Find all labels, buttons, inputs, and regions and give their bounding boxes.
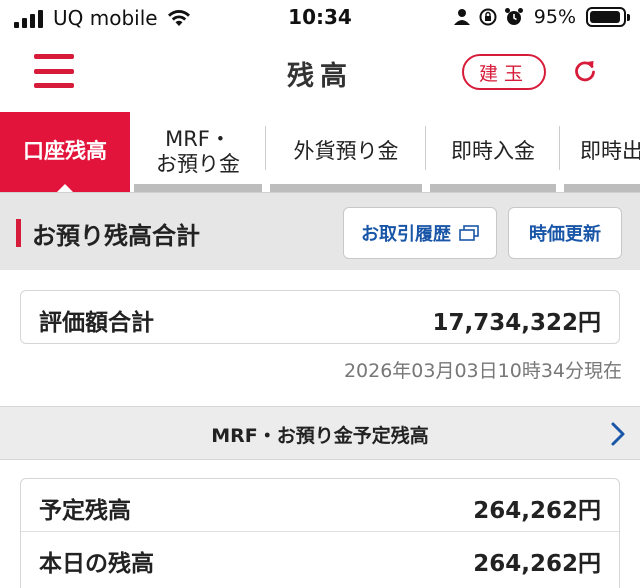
list-item: 予定残高 264,262円 bbox=[21, 479, 619, 531]
tab-account-balance[interactable]: 口座残高 bbox=[0, 112, 130, 192]
total-valuation-label: 評価額合計 bbox=[39, 310, 154, 336]
total-valuation-value: 17,734,322円 bbox=[432, 310, 601, 336]
list-item: 本日の残高 264,262円 bbox=[21, 531, 619, 583]
section-title: お預り残高合計 bbox=[32, 222, 200, 250]
mrf-balance-title: MRF・お預り金予定残高 bbox=[211, 425, 429, 447]
positions-button[interactable]: 建玉 bbox=[462, 54, 546, 90]
person-icon bbox=[453, 9, 470, 25]
section-accent-bar bbox=[16, 219, 21, 247]
update-price-button[interactable]: 時価更新 bbox=[508, 207, 622, 259]
external-window-icon bbox=[459, 225, 479, 241]
mrf-balance-card: 予定残高 264,262円 本日の残高 264,262円 bbox=[20, 478, 620, 588]
update-price-label: 時価更新 bbox=[529, 224, 601, 245]
tab-mrf-deposit[interactable]: MRF・ お預り金 bbox=[130, 112, 266, 192]
refresh-icon[interactable] bbox=[572, 58, 598, 84]
tab-label: 口座残高 bbox=[23, 139, 107, 164]
tab-label: 即時入金 bbox=[451, 139, 535, 164]
rotation-lock-icon bbox=[479, 8, 497, 26]
mrf-balance-link[interactable]: MRF・お預り金予定残高 bbox=[0, 406, 640, 460]
tab-label: 外貨預り金 bbox=[293, 139, 399, 164]
total-valuation-card: 評価額合計 17,734,322円 bbox=[20, 290, 620, 344]
chevron-right-icon bbox=[611, 422, 625, 446]
today-balance-value: 264,262円 bbox=[473, 551, 601, 577]
today-balance-label: 本日の残高 bbox=[39, 551, 154, 577]
transaction-history-button[interactable]: お取引履歴 bbox=[343, 207, 497, 259]
tab-instant-deposit[interactable]: 即時入金 bbox=[426, 112, 560, 192]
tab-instant-withdrawal[interactable]: 即時出 bbox=[560, 112, 640, 192]
app-header: 残高 建玉 bbox=[0, 36, 640, 108]
section-header: お預り残高合計 お取引履歴 時価更新 bbox=[0, 192, 640, 270]
tab-foreign-deposit[interactable]: 外貨預り金 bbox=[266, 112, 426, 192]
tab-label: 即時出 bbox=[580, 139, 640, 164]
total-valuation-row: 評価額合計 17,734,322円 bbox=[21, 291, 619, 343]
battery-icon bbox=[586, 7, 630, 27]
scheduled-balance-label: 予定残高 bbox=[39, 498, 131, 524]
status-bar: UQ mobile 10:34 95% bbox=[0, 0, 640, 36]
scheduled-balance-value: 264,262円 bbox=[473, 498, 601, 524]
tab-bar: 口座残高 MRF・ お預り金 外貨預り金 即時入金 即時出 bbox=[0, 112, 640, 192]
as-of-timestamp: 2026年03月03日10時34分現在 bbox=[343, 360, 622, 382]
tab-label: MRF・ お預り金 bbox=[156, 126, 240, 176]
alarm-icon bbox=[504, 8, 523, 25]
transaction-history-label: お取引履歴 bbox=[361, 224, 451, 245]
battery-percent: 95% bbox=[533, 6, 576, 28]
